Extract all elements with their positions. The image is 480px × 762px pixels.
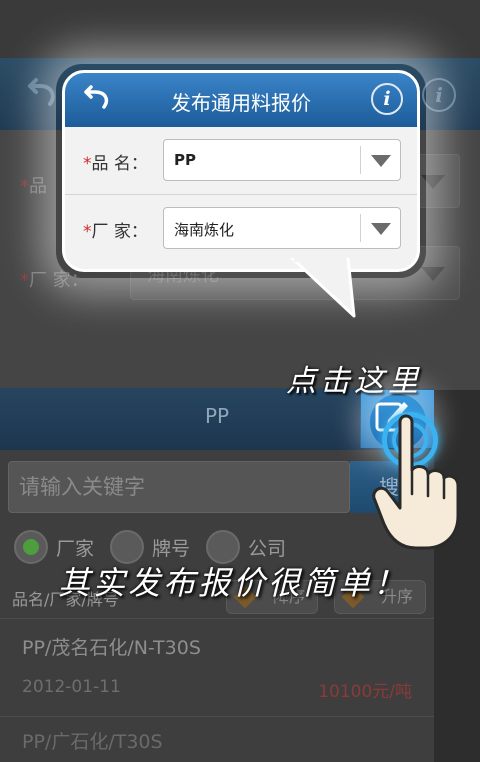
status-bar: [0, 0, 480, 58]
easy-hint: 其实发布报价很简单！: [58, 564, 409, 602]
pointing-hand-icon: [372, 414, 460, 550]
product-name-select[interactable]: PP: [163, 139, 401, 181]
chevron-down-icon: [371, 155, 391, 167]
popup-bubble: 发布通用料报价 i *品 名： PP *厂 家： 海南炼化: [62, 70, 420, 272]
list-item-date: 2012-01-11: [22, 677, 121, 697]
product-label: *品: [20, 176, 47, 197]
speech-bubble-tail: [290, 258, 356, 318]
popup-title: 发布通用料报价: [171, 91, 311, 115]
list-item-name: PP/茂名石化/N-T30S: [22, 637, 201, 659]
list-item[interactable]: PP/广石化/T30S: [0, 716, 434, 762]
list-item-name: PP/广石化/T30S: [22, 731, 163, 753]
product-name-value: PP: [174, 151, 196, 169]
back-icon[interactable]: [22, 78, 58, 110]
maker-name-select[interactable]: 海南炼化: [163, 207, 401, 249]
select-divider: [360, 146, 361, 174]
radio-dot: [14, 530, 48, 564]
popup-body: *品 名： PP *厂 家： 海南炼化: [65, 127, 417, 269]
list-item-price: 10100元/吨: [318, 682, 412, 702]
select-divider: [360, 214, 361, 242]
info-icon[interactable]: i: [371, 83, 403, 115]
info-icon[interactable]: i: [422, 78, 456, 112]
list-item[interactable]: PP/茂名石化/N-T30S 2012-01-11 10100元/吨: [0, 618, 434, 716]
maker-name-value: 海南炼化: [174, 221, 235, 239]
row-divider: [65, 194, 417, 195]
chevron-down-icon: [371, 223, 391, 235]
product-name-label: *品 名：: [83, 154, 148, 174]
chevron-down-icon: [421, 267, 445, 281]
popup-title-bar: 发布通用料报价 i: [65, 73, 417, 127]
maker-name-label: *厂 家：: [83, 222, 148, 242]
search-input[interactable]: 请输入关键字: [8, 461, 350, 513]
